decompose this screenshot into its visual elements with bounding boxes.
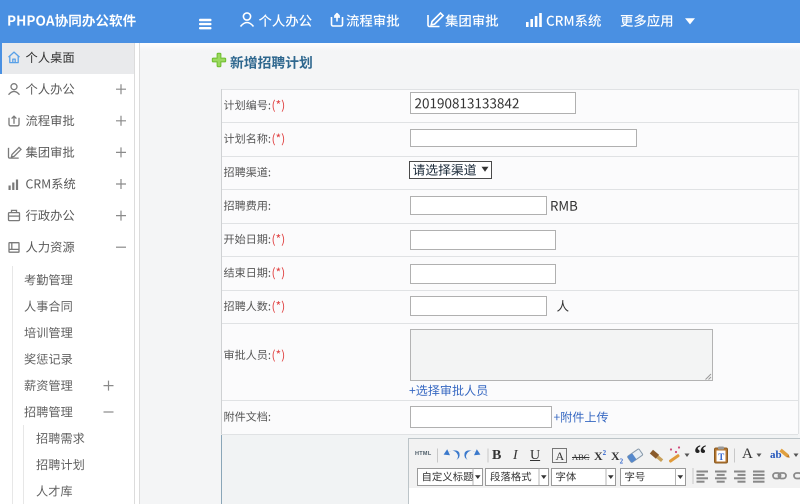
- svg-text:T: T: [718, 452, 724, 462]
